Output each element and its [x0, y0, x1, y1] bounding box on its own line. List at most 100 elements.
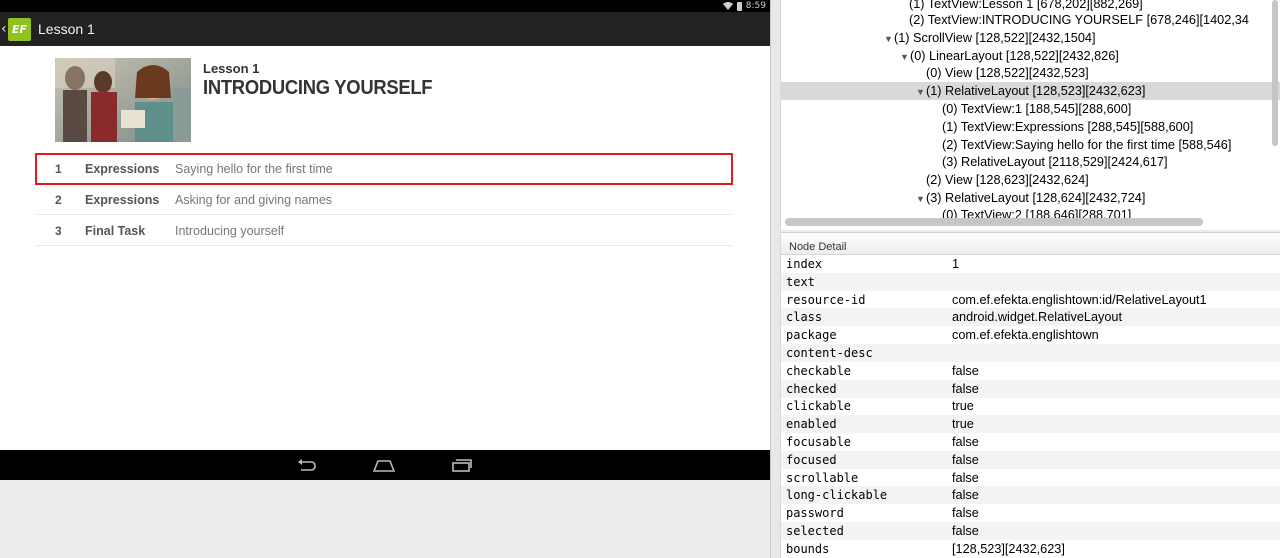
property-key: password — [786, 506, 844, 521]
tree-node[interactable]: (2) View [128,623][2432,624] — [926, 171, 1280, 189]
property-row-scrollable[interactable]: scrollable false — [781, 469, 1280, 487]
property-value: android.widget.RelativeLayout — [952, 310, 1122, 325]
device-bottom-area — [0, 480, 770, 558]
expand-triangle-icon[interactable]: ▼ — [916, 190, 926, 208]
property-key: checked — [786, 381, 837, 396]
row-description: Introducing yourself — [175, 223, 285, 238]
tree-node[interactable]: ▼(0) LinearLayout [128,522][2432,826] — [900, 47, 1280, 65]
row-description: Asking for and giving names — [175, 192, 333, 207]
property-key: content-desc — [786, 346, 873, 360]
property-value: 1 — [952, 257, 960, 271]
row-number: 2 — [55, 192, 62, 207]
lesson-title: INTRODUCING YOURSELF — [203, 77, 433, 99]
node-detail-panel: Node Detail index 1 text resource-id com.ef.… — [781, 232, 1280, 558]
property-row-resource-id[interactable]: resource-id com.ef.efekta.englishtown:id/… — [781, 291, 1280, 309]
property-row-enabled[interactable]: enabled true — [781, 415, 1280, 434]
tree-node[interactable]: (1) TextView:Expressions [288,545][588,6… — [942, 118, 1280, 136]
property-row-class[interactable]: class android.widget.RelativeLayout — [781, 308, 1280, 327]
hierarchy-tree[interactable]: (1) TextView:Lesson 1 [678,202][882,269]… — [781, 0, 1280, 230]
property-value: true — [952, 417, 974, 432]
tree-node-label: (2) View [128,623][2432,624] — [926, 173, 1089, 187]
tree-node[interactable]: (2) TextView:Saying hello for the first … — [942, 136, 1280, 154]
property-value: false — [952, 452, 979, 467]
tree-node-label: (1) TextView:Lesson 1 [678,202][882,269] — [909, 0, 1143, 11]
property-key: focused — [786, 452, 837, 467]
tree-node[interactable]: (2) TextView:INTRODUCING YOURSELF [678,2… — [909, 11, 1280, 29]
property-value: false — [952, 488, 979, 503]
navigation-bar — [0, 450, 770, 480]
tree-node-label: (1) ScrollView [128,522][2432,1504] — [894, 31, 1096, 45]
lesson-row-1[interactable]: 1 Expressions Saying hello for the first… — [35, 153, 733, 185]
tree-node-label: (3) RelativeLayout [2118,529][2424,617] — [942, 155, 1168, 169]
wifi-icon — [722, 2, 733, 10]
property-row-long-clickable[interactable]: long-clickable false — [781, 486, 1280, 505]
row-type: Final Task — [85, 223, 146, 238]
tree-node[interactable]: (0) View [128,522][2432,523] — [926, 64, 1280, 82]
property-key: bounds — [786, 541, 830, 556]
lesson-row-2[interactable]: 2 Expressions Asking for and giving name… — [36, 185, 732, 215]
property-row-clickable[interactable]: clickable true — [781, 397, 1280, 415]
property-key: checkable — [786, 363, 852, 378]
expand-triangle-icon[interactable]: ▼ — [884, 30, 894, 48]
expand-triangle-icon[interactable]: ▼ — [900, 48, 910, 66]
property-value: false — [952, 506, 979, 521]
tree-node[interactable]: ▼(1) ScrollView [128,522][2432,1504] — [884, 29, 1280, 47]
back-icon[interactable] — [296, 457, 318, 473]
property-key: class — [786, 310, 823, 325]
tree-node[interactable]: (3) RelativeLayout [2118,529][2424,617] — [942, 153, 1280, 171]
recents-icon[interactable] — [451, 457, 473, 473]
action-bar-title: Lesson 1 — [38, 21, 95, 37]
property-row-package[interactable]: package com.ef.efekta.englishtown — [781, 326, 1280, 344]
property-key: focusable — [786, 435, 852, 449]
property-row-bounds[interactable]: bounds [128,523][2432,623] — [781, 540, 1280, 558]
property-key: index — [786, 257, 823, 271]
row-number: 1 — [55, 162, 62, 176]
row-number: 3 — [55, 223, 62, 238]
row-type: Expressions — [85, 162, 160, 176]
property-row-index[interactable]: index 1 — [781, 255, 1280, 273]
property-value: false — [952, 524, 979, 538]
property-row-text[interactable]: text — [781, 272, 1280, 291]
property-key: text — [786, 274, 815, 289]
property-value: com.ef.efekta.englishtown — [952, 328, 1099, 343]
property-value: false — [952, 381, 979, 396]
property-row-focusable[interactable]: focusable false — [781, 433, 1280, 451]
property-row-checkable[interactable]: checkable false — [781, 362, 1280, 380]
property-row-focused[interactable]: focused false — [781, 450, 1280, 469]
lesson-heading: Lesson 1 INTRODUCING YOURSELF — [203, 61, 452, 100]
tree-node-label: (3) RelativeLayout [128,624][2432,724] — [926, 191, 1146, 205]
row-description: Saying hello for the first time — [175, 162, 333, 176]
property-value: com.ef.efekta.englishtown:id/RelativeLay… — [952, 292, 1207, 307]
tree-vertical-scrollbar[interactable] — [1272, 0, 1278, 146]
lesson-row-3[interactable]: 3 Final Task Introducing yourself — [36, 216, 732, 246]
device-screen: 8:59 ‹ EF Lesson 1 Lesson 1 INTRODUCING … — [0, 0, 770, 558]
lesson-kicker: Lesson 1 — [203, 61, 260, 76]
tree-horizontal-scrollbar[interactable] — [785, 218, 1203, 226]
tree-node[interactable]: (0) TextView:1 [188,545][288,600] — [942, 100, 1280, 118]
property-key: enabled — [786, 417, 837, 432]
property-key: resource-id — [786, 292, 866, 307]
tree-node-label: (0) TextView:1 [188,545][288,600] — [942, 102, 1132, 116]
tree-node-label: (0) View [128,522][2432,523] — [926, 66, 1089, 80]
home-icon[interactable] — [372, 457, 396, 473]
ef-logo[interactable]: EF — [8, 17, 31, 41]
property-row-password[interactable]: password false — [781, 504, 1280, 522]
row-type: Expressions — [85, 192, 160, 207]
tree-node-label: (0) LinearLayout [128,522][2432,826] — [910, 49, 1119, 63]
tree-node-label: (2) TextView:Saying hello for the first … — [942, 138, 1232, 152]
property-value: false — [952, 470, 979, 485]
property-key: selected — [786, 524, 844, 538]
property-row-content-desc[interactable]: content-desc — [781, 344, 1280, 362]
expand-triangle-icon[interactable]: ▼ — [916, 83, 926, 101]
lesson-hero-image — [55, 58, 191, 142]
property-row-checked[interactable]: checked false — [781, 379, 1280, 398]
property-row-selected[interactable]: selected false — [781, 522, 1280, 540]
status-bar: 8:59 — [0, 0, 770, 12]
property-key: long-clickable — [786, 488, 888, 503]
tree-node[interactable]: ▼(3) RelativeLayout [128,624][2432,724] — [916, 189, 1280, 207]
status-time: 8:59 — [745, 1, 766, 11]
tree-node-selected[interactable]: ▼(1) RelativeLayout [128,523][2432,623] — [781, 82, 1280, 100]
back-caret-icon[interactable]: ‹ — [1, 12, 8, 46]
panel-splitter[interactable] — [770, 0, 781, 558]
property-key: scrollable — [786, 470, 859, 485]
